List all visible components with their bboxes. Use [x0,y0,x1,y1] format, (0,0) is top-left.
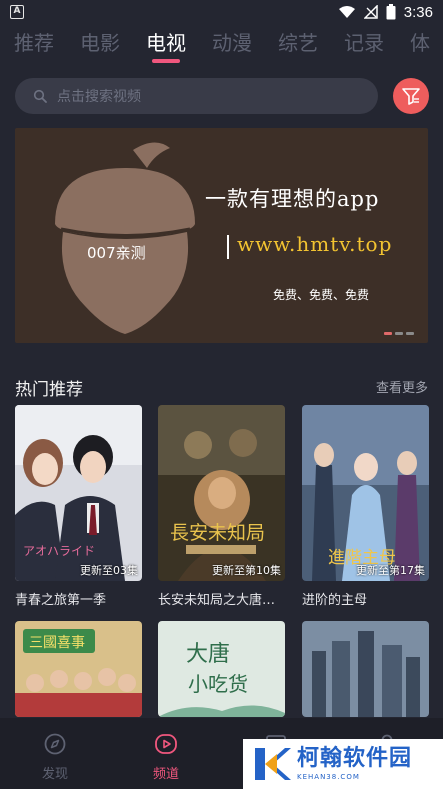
tab-tv[interactable]: 电视 [146,26,186,66]
poster-image: アオハライド 更新至03集 [15,405,142,581]
poster-image [302,621,429,717]
svg-text:小吃货: 小吃货 [188,672,248,696]
see-more-link[interactable]: 查看更多 [376,377,428,396]
banner-url: www.hmtv.top [237,232,393,256]
watermark: 柯翰软件园 KEHAN38.COM [243,739,443,789]
category-tabs: 推荐 电影 电视 动漫 综艺 记录 体 [0,26,443,66]
video-card[interactable]: アオハライド 更新至03集 青春之旅第一季 [15,405,142,608]
video-card[interactable]: 長安未知局 更新至第10集 长安未知局之大唐… [158,405,285,608]
signal-off-icon [363,5,378,19]
poster-image: 進階主母 更新至第17集 [302,405,429,581]
acorn-logo [55,142,195,334]
watermark-title: 柯翰软件园 [297,746,413,771]
card-title: 进阶的主母 [302,593,368,608]
clock: 3:36 [403,3,433,21]
watermark-subtitle: KEHAN38.COM [297,773,360,781]
svg-text:三國喜事: 三國喜事 [29,635,85,651]
carousel-dot[interactable] [384,332,392,335]
banner-divider [227,235,229,259]
poster-image: 長安未知局 更新至第10集 [158,405,285,581]
carousel-indicator [384,332,414,335]
battery-icon [386,4,396,20]
video-card[interactable]: 三國喜事 [15,621,142,717]
nav-label: 频道 [152,767,179,782]
tab-recommend[interactable]: 推荐 [14,26,54,66]
tab-documentary[interactable]: 记录 [344,26,384,66]
search-placeholder: 点击搜索视频 [57,89,141,105]
nav-channel[interactable]: 频道 [136,732,196,782]
banner-tagline: 免费、免费、免费 [273,288,370,302]
video-card[interactable]: 進階主母 更新至第17集 进阶的主母 [302,405,429,608]
banner-badge-text: 007亲测 [87,244,146,262]
episode-badge: 更新至第17集 [356,564,425,577]
card-title: 青春之旅第一季 [15,593,107,608]
episode-badge: 更新至03集 [80,564,138,577]
app-notification-icon: A [10,5,24,19]
episode-badge: 更新至第10集 [212,564,281,577]
section-title: 热门推荐 [15,380,83,400]
nav-label: 发现 [41,767,68,782]
nav-discover[interactable]: 发现 [25,732,85,782]
search-bar[interactable]: 点击搜索视频 [15,78,378,114]
carousel-dot[interactable] [395,332,403,335]
video-card[interactable] [302,621,429,717]
filter-button[interactable] [393,78,429,114]
poster-image: 三國喜事 [15,621,142,717]
filter-icon [402,88,420,105]
tab-sports[interactable]: 体 [410,26,430,66]
svg-text:長安未知局: 長安未知局 [170,522,265,544]
card-title: 长安未知局之大唐… [158,593,276,608]
poster-image: 大唐 小吃货 [158,621,285,717]
video-card[interactable]: 大唐 小吃货 [158,621,285,717]
carousel-dot[interactable] [406,332,414,335]
wifi-icon [338,6,355,18]
tab-variety[interactable]: 综艺 [278,26,318,66]
tab-anime[interactable]: 动漫 [212,26,252,66]
play-icon [155,734,177,754]
svg-text:アオハライド: アオハライド [23,544,95,558]
compass-icon [44,733,66,755]
promo-banner[interactable]: 007亲测 一款有理想的app www.hmtv.top 免费、免费、免费 [15,128,428,343]
tab-movies[interactable]: 电影 [80,26,120,66]
banner-slogan: 一款有理想的app [205,187,380,211]
kehan-logo-icon [255,748,291,780]
search-icon [33,89,47,103]
svg-text:大唐: 大唐 [186,642,230,667]
status-bar: A 3:36 [0,0,443,24]
